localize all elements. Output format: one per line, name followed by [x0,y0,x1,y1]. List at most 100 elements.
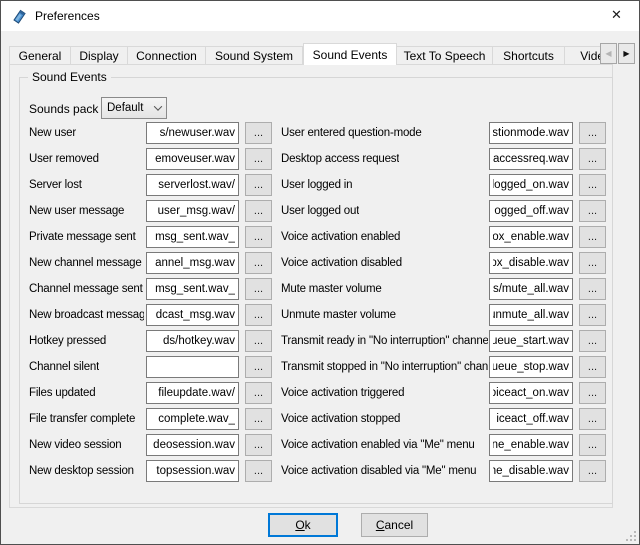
browse-button[interactable]: ... [579,356,606,378]
sound-event-label: User logged out [281,205,359,217]
browse-button[interactable]: ... [245,356,272,378]
sound-file-path-input[interactable] [489,174,573,196]
browse-button[interactable]: ... [245,200,272,222]
browse-button[interactable]: ... [245,278,272,300]
browse-button[interactable]: ... [245,148,272,170]
sound-event-label: Transmit stopped in "No interruption" ch… [281,361,488,373]
sound-event-row: Hotkey pressed ... Transmit ready in "No… [1,330,640,356]
sound-file-path-input[interactable] [489,434,573,456]
sound-event-label: User logged in [281,179,352,191]
browse-button[interactable]: ... [579,252,606,274]
sound-file-path-input[interactable] [489,252,573,274]
sound-file-path-input[interactable] [146,434,239,456]
tab-item[interactable]: Shortcuts [493,46,565,65]
sound-event-label: Desktop access request [281,153,399,165]
browse-button[interactable]: ... [579,200,606,222]
sound-event-label: Voice activation stopped [281,413,400,425]
sound-file-path-input[interactable] [146,356,239,378]
sound-file-path-input[interactable] [489,382,573,404]
sound-file-path-input[interactable] [146,174,239,196]
sound-file-path-input[interactable] [146,460,239,482]
browse-button[interactable]: ... [245,252,272,274]
sound-file-path-input[interactable] [146,330,239,352]
sound-event-row: New broadcast message ... Unmute master … [1,304,640,330]
tab-item[interactable]: Sound System [206,46,303,65]
sound-file-path-input[interactable] [146,122,239,144]
chevron-down-icon [150,98,166,118]
sound-event-label: New video session [29,439,121,451]
sound-event-label: Channel silent [29,361,99,373]
sound-file-path-input[interactable] [146,382,239,404]
sound-file-path-input[interactable] [146,226,239,248]
chevron-right-icon: ▶ [623,49,629,58]
sound-event-row: Private message sent ... Voice activatio… [1,226,640,252]
sound-file-path-input[interactable] [146,148,239,170]
browse-button[interactable]: ... [245,434,272,456]
close-button[interactable]: ✕ [594,1,639,30]
tab-item[interactable]: Text To Speech [397,46,493,65]
sound-file-path-input[interactable] [146,408,239,430]
browse-button[interactable]: ... [579,278,606,300]
sound-event-label: Transmit ready in "No interruption" chan… [281,335,488,347]
sound-event-row: New user message ... User logged out ... [1,200,640,226]
sound-file-path-input[interactable] [146,278,239,300]
browse-button[interactable]: ... [579,382,606,404]
sound-event-row: New video session ... Voice activation e… [1,434,640,460]
sound-events-list: New user ... User entered question-mode … [1,122,640,486]
cancel-button[interactable]: Cancel [361,513,428,537]
browse-button[interactable]: ... [245,382,272,404]
browse-button[interactable]: ... [245,122,272,144]
sound-file-path-input[interactable] [489,356,573,378]
sound-event-label: Voice activation enabled via "Me" menu [281,439,475,451]
browse-button[interactable]: ... [579,434,606,456]
browse-button[interactable]: ... [245,408,272,430]
sound-file-path-input[interactable] [146,304,239,326]
sound-event-label: File transfer complete [29,413,135,425]
sound-file-path-input[interactable] [489,304,573,326]
tab-item[interactable]: General [9,46,71,65]
tab-scroll-right-button[interactable]: ▶ [618,43,635,64]
sound-file-path-input[interactable] [146,200,239,222]
sound-file-path-input[interactable] [489,226,573,248]
tab-item[interactable]: Connection [128,46,206,65]
browse-button[interactable]: ... [245,226,272,248]
resize-grip[interactable] [626,531,636,541]
sound-event-row: New channel message ... Voice activation… [1,252,640,278]
tab-scroll-left-button[interactable]: ◀ [600,43,617,64]
browse-button[interactable]: ... [579,148,606,170]
sound-event-label: Private message sent [29,231,136,243]
sound-event-label: Voice activation enabled [281,231,400,243]
sound-event-row: User removed ... Desktop access request … [1,148,640,174]
browse-button[interactable]: ... [579,174,606,196]
sound-file-path-input[interactable] [489,200,573,222]
sounds-pack-value: Default [102,102,150,114]
tab-item[interactable]: Display [71,46,128,65]
browse-button[interactable]: ... [245,330,272,352]
sound-event-row: File transfer complete ... Voice activat… [1,408,640,434]
browse-button[interactable]: ... [245,460,272,482]
sound-file-path-input[interactable] [489,460,573,482]
sound-file-path-input[interactable] [146,252,239,274]
sound-event-label: New channel message [29,257,142,269]
browse-button[interactable]: ... [579,122,606,144]
sound-file-path-input[interactable] [489,330,573,352]
browse-button[interactable]: ... [579,304,606,326]
sound-file-path-input[interactable] [489,122,573,144]
tab-item[interactable]: Sound Events [303,43,397,65]
sound-file-path-input[interactable] [489,408,573,430]
browse-button[interactable]: ... [579,226,606,248]
sound-event-label: Channel message sent [29,283,143,295]
browse-button[interactable]: ... [245,174,272,196]
browse-button[interactable]: ... [245,304,272,326]
sound-event-label: New desktop session [29,465,134,477]
browse-button[interactable]: ... [579,330,606,352]
tab-item[interactable]: Video [565,46,605,65]
browse-button[interactable]: ... [579,408,606,430]
sound-event-label: Voice activation disabled [281,257,402,269]
sound-file-path-input[interactable] [489,148,573,170]
sound-event-label: Voice activation triggered [281,387,404,399]
sounds-pack-select[interactable]: Default [101,97,167,119]
sound-file-path-input[interactable] [489,278,573,300]
browse-button[interactable]: ... [579,460,606,482]
ok-button[interactable]: Ok [268,513,338,537]
